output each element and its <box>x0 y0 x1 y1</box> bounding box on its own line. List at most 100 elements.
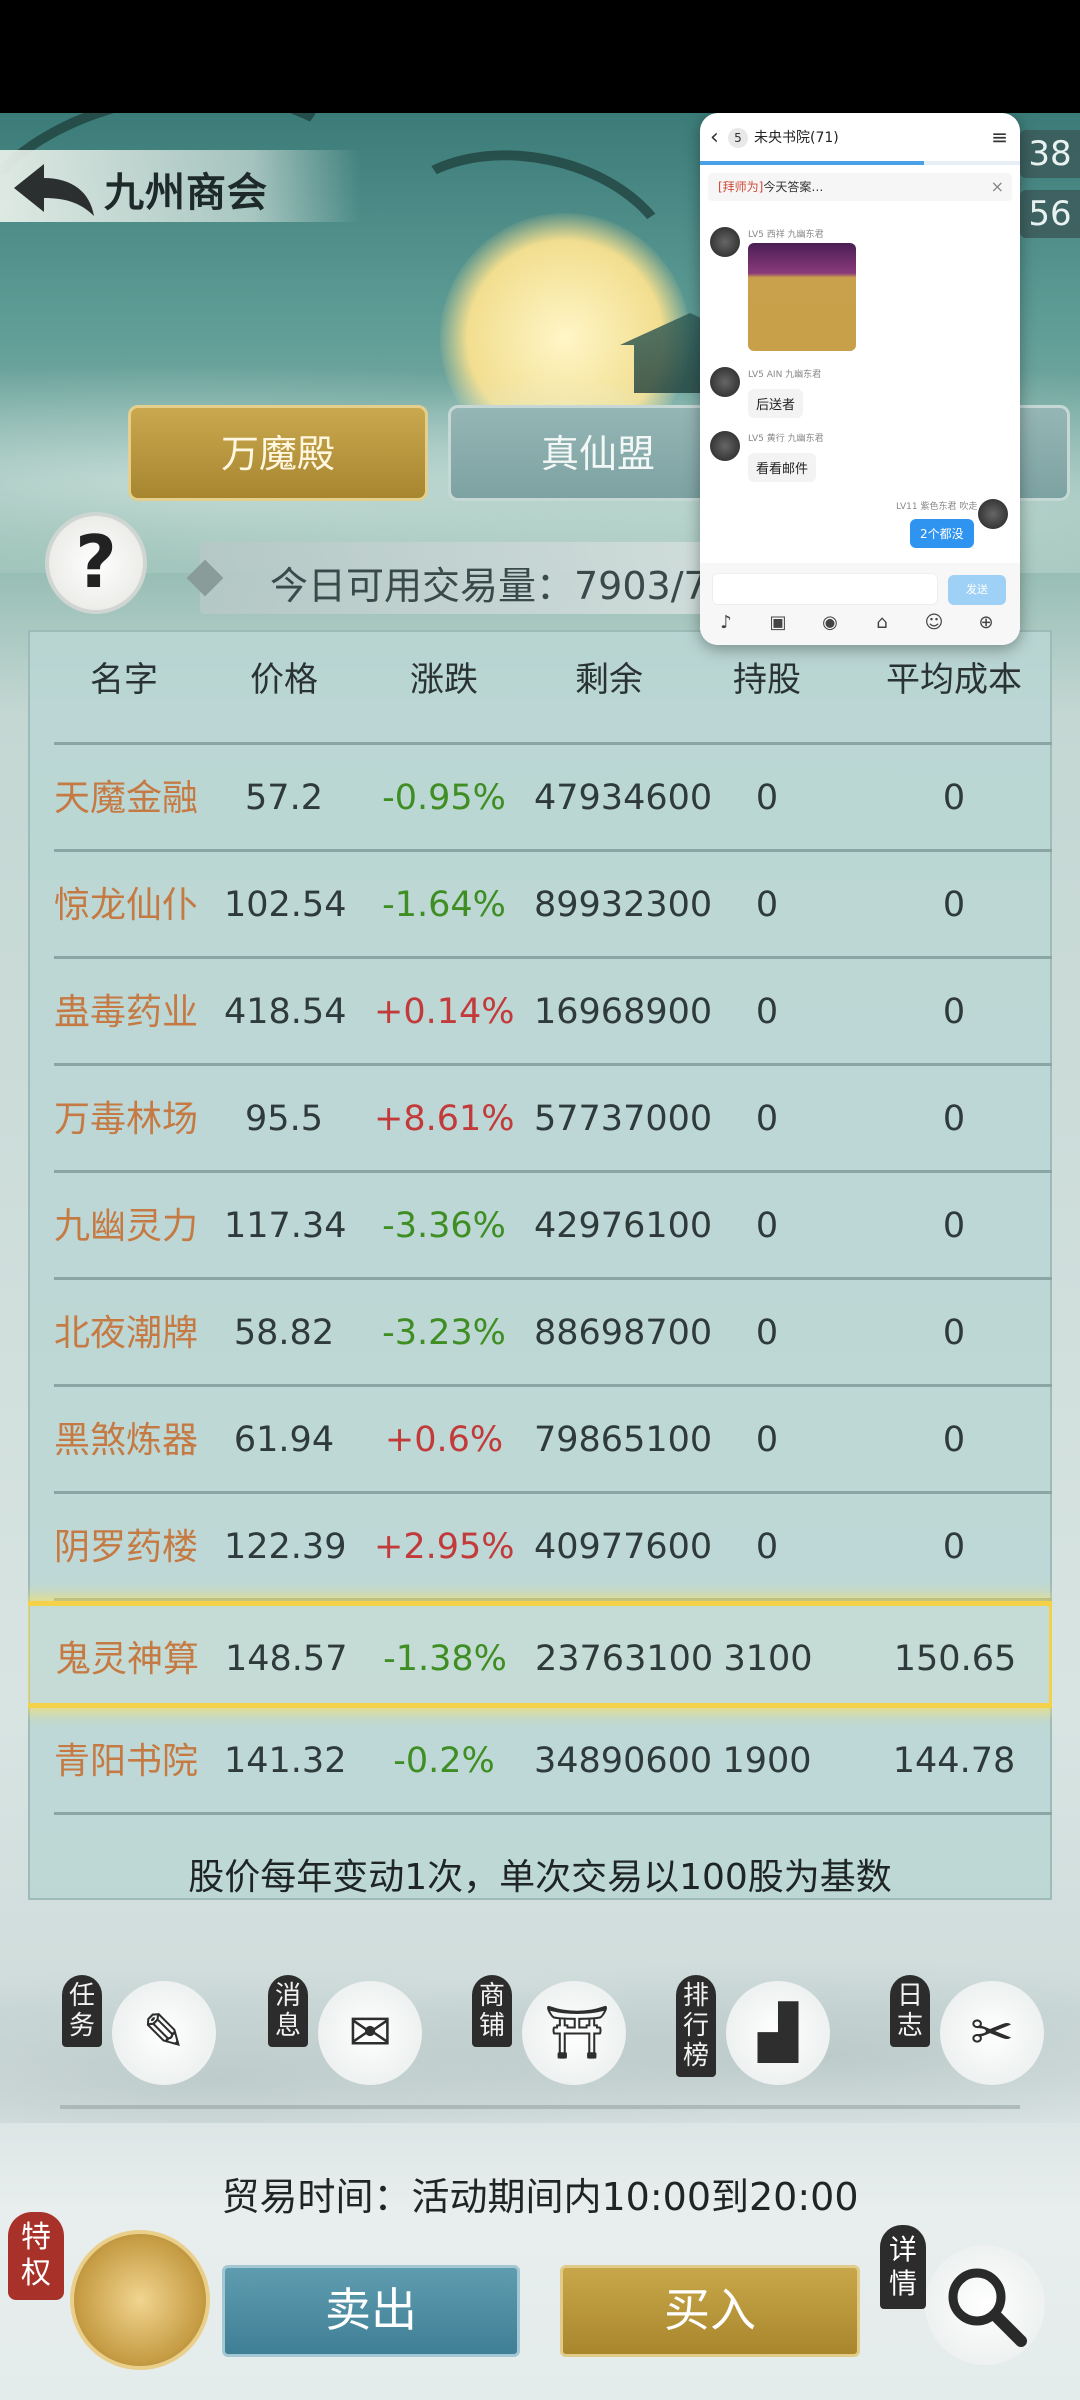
table-row-selected[interactable]: 鬼灵神算 148.57 -1.38% 23763100 3100 150.65 <box>28 1601 1052 1708</box>
stock-price: 148.57 <box>225 1639 348 1679</box>
nav-label: 任务 <box>62 1975 102 2047</box>
table-row[interactable]: 阴罗药楼 122.39 +2.95% 40977600 0 0 <box>54 1494 1052 1601</box>
stock-name: 青阳书院 <box>54 1741 199 1782</box>
nav-item-ranking[interactable]: ▟ 排行榜 <box>676 1975 836 2095</box>
task-icon: ✎ <box>142 2003 186 2063</box>
stock-avg-cost: 0 <box>942 1313 966 1353</box>
column-header-change: 涨跌 <box>410 660 478 700</box>
stock-change: +2.95% <box>374 1527 515 1567</box>
help-button[interactable]: ? <box>45 512 147 614</box>
message-image[interactable] <box>748 243 856 351</box>
stock-held: 0 <box>755 1313 779 1353</box>
image-icon[interactable]: ▣ <box>766 611 790 635</box>
stock-remaining: 79865100 <box>534 1420 713 1460</box>
table-row[interactable]: 万毒林场 95.5 +8.61% 57737000 0 0 <box>54 1066 1052 1173</box>
table-row[interactable]: 天魔金融 57.2 -0.95% 47934600 0 0 <box>54 745 1052 852</box>
nav-item-shop[interactable]: ⛩ 商铺 <box>472 1975 632 2095</box>
table-row[interactable]: 蛊毒药业 418.54 +0.14% 16968900 0 0 <box>54 959 1052 1066</box>
resource-counter: 56 <box>1020 190 1080 238</box>
stock-price: 141.32 <box>224 1741 347 1781</box>
stock-list[interactable]: 魔道器宗 89.64 +2.17% 98873800 0 0 天魔金融 57.2 -… <box>28 710 1052 1838</box>
nav-item-task[interactable]: ✎ 任务 <box>62 1975 222 2095</box>
stock-change: -3.36% <box>382 1206 506 1246</box>
gift-icon[interactable]: ⌂ <box>870 611 894 635</box>
privilege-emblem-icon[interactable] <box>70 2230 210 2370</box>
tab-wanmodian[interactable]: 万魔殿 <box>128 405 428 501</box>
detail-button[interactable] <box>925 2245 1045 2365</box>
privilege-button[interactable]: 特权 <box>8 2212 64 2300</box>
avatar[interactable] <box>978 499 1008 529</box>
stock-name: 天魔金融 <box>54 778 199 819</box>
stock-remaining: 89932300 <box>534 885 713 925</box>
stock-change: +8.61% <box>374 1099 515 1139</box>
chat-overlay[interactable]: ‹ 5 未央书院(71) ≡ [拜师为]今天答案… × LV5 西祥 九幽东君 … <box>700 113 1020 645</box>
stock-price: 89.64 <box>224 710 344 745</box>
stock-avg-cost: 0 <box>942 885 966 925</box>
stock-change: +0.6% <box>384 1420 504 1460</box>
stock-price: 117.34 <box>224 1206 347 1246</box>
stock-change: -1.38% <box>383 1639 507 1679</box>
stock-price: 95.5 <box>245 1099 323 1139</box>
table-row[interactable]: 北夜潮牌 58.82 -3.23% 88698700 0 0 <box>54 1280 1052 1387</box>
unread-badge: 5 <box>728 128 748 148</box>
page-title: 九州商会 <box>104 170 268 216</box>
stock-name: 万毒林场 <box>54 1099 199 1140</box>
nav-label: 排行榜 <box>676 1975 716 2077</box>
stock-change: -1.64% <box>382 885 506 925</box>
menu-icon[interactable]: ≡ <box>991 125 1008 149</box>
send-button[interactable]: 发送 <box>948 575 1006 605</box>
stock-avg-cost: 0 <box>942 1420 966 1460</box>
avatar[interactable] <box>710 367 740 397</box>
chat-back-icon[interactable]: ‹ <box>710 125 719 150</box>
stock-remaining: 40977600 <box>534 1527 713 1567</box>
stock-avg-cost: 0 <box>864 710 1044 745</box>
table-row[interactable]: 魔道器宗 89.64 +2.17% 98873800 0 0 <box>54 710 1052 745</box>
emoji-icon[interactable]: ☺ <box>922 611 946 635</box>
stock-avg-cost: 0 <box>942 992 966 1032</box>
stock-held: 0 <box>755 1527 779 1567</box>
stock-remaining: 42976100 <box>534 1206 713 1246</box>
table-row[interactable]: 青阳书院 141.32 -0.2% 34890600 1900 144.78 <box>54 1708 1052 1815</box>
nav-label: 商铺 <box>472 1975 512 2047</box>
camera-icon[interactable]: ◉ <box>818 611 842 635</box>
stock-held: 0 <box>755 1099 779 1139</box>
stock-change: -0.95% <box>382 778 506 818</box>
plus-icon[interactable]: ⊕ <box>974 611 998 635</box>
stock-avg-cost: 0 <box>942 1099 966 1139</box>
nav-item-log[interactable]: ✂ 日志 <box>890 1975 1050 2095</box>
stock-name: 黑煞炼器 <box>54 1420 199 1461</box>
stock-remaining: 16968900 <box>534 992 713 1032</box>
chat-input[interactable] <box>712 573 938 605</box>
stock-avg-cost: 0 <box>942 1527 966 1567</box>
nav-item-message[interactable]: ✉ 消息 <box>268 1975 428 2095</box>
table-row[interactable]: 惊龙仙仆 102.54 -1.64% 89932300 0 0 <box>54 852 1052 959</box>
message-bubble: 看看邮件 <box>748 453 817 482</box>
stock-name: 九幽灵力 <box>54 1206 199 1247</box>
back-arrow-icon[interactable] <box>10 158 98 218</box>
stock-price: 57.2 <box>245 778 323 818</box>
stock-remaining: 34890600 <box>534 1741 713 1781</box>
stock-held: 0 <box>755 992 779 1032</box>
pinned-message[interactable]: [拜师为]今天答案… <box>708 173 1012 201</box>
chat-header <box>700 113 1020 161</box>
stock-name: 鬼灵神算 <box>55 1639 200 1680</box>
table-row[interactable]: 九幽灵力 117.34 -3.36% 42976100 0 0 <box>54 1173 1052 1280</box>
mic-icon[interactable]: ♪ <box>714 611 738 635</box>
stock-price: 122.39 <box>224 1527 347 1567</box>
stock-held: 0 <box>755 778 779 818</box>
avatar[interactable] <box>710 227 740 257</box>
chat-progress-fill <box>700 161 924 165</box>
close-icon[interactable]: × <box>991 177 1004 196</box>
table-row[interactable]: 黑煞炼器 61.94 +0.6% 79865100 0 0 <box>54 1387 1052 1494</box>
column-header-remaining: 剩余 <box>575 660 643 700</box>
stock-remaining: 88698700 <box>534 1313 713 1353</box>
stock-held: 0 <box>712 710 822 745</box>
ranking-icon: ▟ <box>758 2003 798 2063</box>
avatar[interactable] <box>710 431 740 461</box>
stock-change: +2.17% <box>374 710 515 745</box>
stock-change: -3.23% <box>382 1313 506 1353</box>
stock-name: 蛊毒药业 <box>54 992 199 1033</box>
buy-button[interactable]: 买入 <box>560 2265 860 2357</box>
sell-button[interactable]: 卖出 <box>222 2265 520 2357</box>
detail-label[interactable]: 详情 <box>880 2225 926 2309</box>
